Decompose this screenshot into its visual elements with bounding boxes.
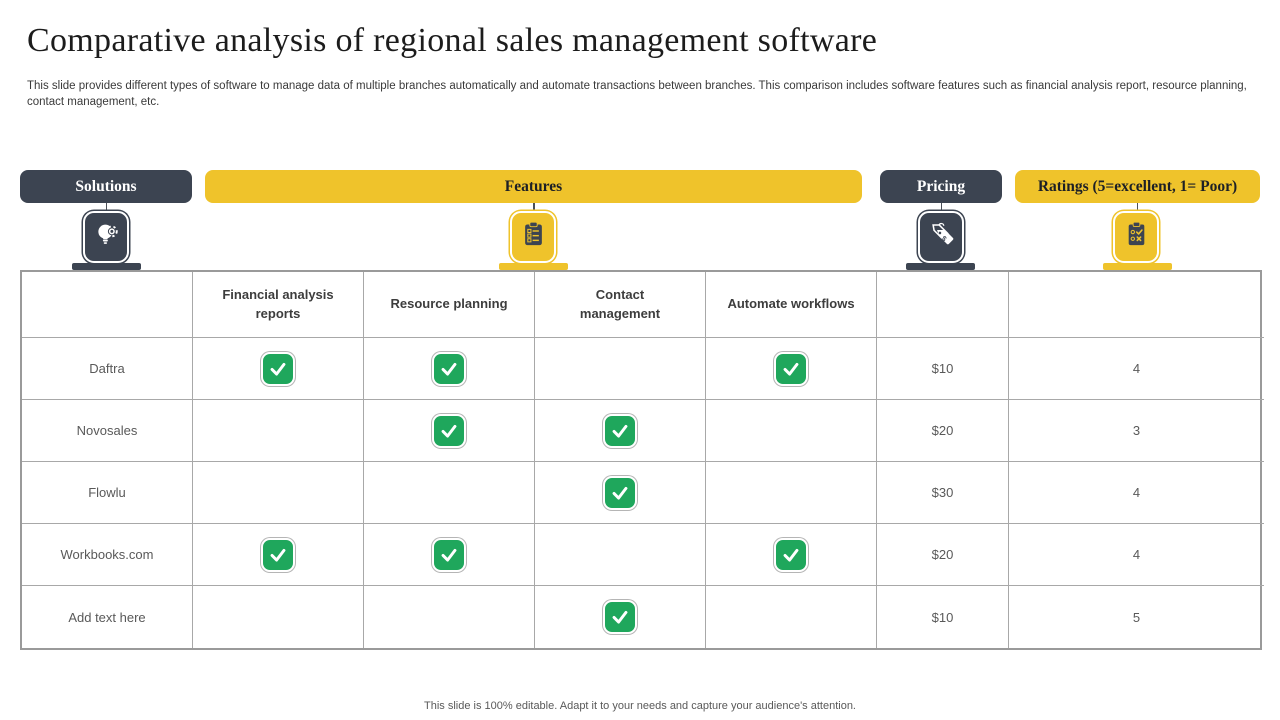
pricing-cell: $10 bbox=[877, 586, 1009, 648]
rating-cell: 4 bbox=[1009, 524, 1264, 586]
feature-cell bbox=[706, 338, 877, 400]
slide-footnote: This slide is 100% editable. Adapt it to… bbox=[424, 700, 856, 712]
checkmark-icon bbox=[261, 351, 295, 386]
features-tab-mark bbox=[499, 263, 568, 270]
pricing-cell: $30 bbox=[877, 462, 1009, 524]
pricing-header-cell bbox=[877, 272, 1009, 338]
feature-cell bbox=[535, 400, 706, 462]
solutions-header-pill: Solutions bbox=[20, 170, 192, 203]
feature-column-header: Resource planning bbox=[364, 272, 535, 338]
rating-cell: 4 bbox=[1009, 338, 1264, 400]
checkmark-icon bbox=[432, 351, 466, 386]
lightbulb-gear-icon bbox=[93, 220, 120, 254]
solution-name-cell: Novosales bbox=[22, 400, 193, 462]
checkmark-icon bbox=[603, 413, 637, 448]
feature-cell bbox=[193, 462, 364, 524]
solution-name-cell: Add text here bbox=[22, 586, 193, 648]
feature-column-header: Contact management bbox=[535, 272, 706, 338]
feature-cell bbox=[706, 524, 877, 586]
feature-cell bbox=[193, 338, 364, 400]
feature-cell bbox=[364, 400, 535, 462]
slide-description: This slide provides different types of s… bbox=[27, 80, 1247, 108]
pricing-cell: $20 bbox=[877, 524, 1009, 586]
checkmark-icon bbox=[432, 537, 466, 572]
price-tags-icon: $ bbox=[928, 220, 955, 254]
solutions-tab-mark bbox=[72, 263, 141, 270]
pricing-cell: $20 bbox=[877, 400, 1009, 462]
pricing-icon-badge: $ bbox=[918, 211, 964, 263]
ratings-tab-mark bbox=[1103, 263, 1172, 270]
features-label: Features bbox=[504, 177, 563, 195]
feature-column-header: Financial analysis reports bbox=[193, 272, 364, 338]
checkmark-icon bbox=[603, 475, 637, 510]
feature-cell bbox=[193, 524, 364, 586]
checkmark-icon bbox=[603, 600, 637, 634]
feature-cell bbox=[535, 462, 706, 524]
ratings-header-cell bbox=[1009, 272, 1264, 338]
pricing-header-pill: Pricing bbox=[880, 170, 1002, 203]
rating-cell: 5 bbox=[1132, 609, 1141, 625]
feature-cell bbox=[535, 338, 706, 400]
rating-clipboard-icon bbox=[1123, 220, 1150, 254]
pricing-tab-mark bbox=[906, 263, 975, 270]
solution-name-cell: Workbooks.com bbox=[22, 524, 193, 586]
feature-cell bbox=[535, 524, 706, 586]
feature-cell bbox=[706, 462, 877, 524]
solutions-icon-badge bbox=[83, 211, 129, 263]
features-icon-badge bbox=[510, 211, 556, 263]
ratings-label: Ratings (5=excellent, 1= Poor) bbox=[1037, 177, 1238, 195]
feature-cell bbox=[706, 400, 877, 462]
checkmark-icon bbox=[261, 537, 295, 572]
features-header-pill: Features bbox=[205, 170, 862, 203]
checkmark-icon bbox=[432, 413, 466, 448]
rating-cell: 3 bbox=[1009, 400, 1264, 462]
page-title: Comparative analysis of regional sales m… bbox=[27, 22, 878, 59]
rating-cell: 4 bbox=[1009, 462, 1264, 524]
feature-cell bbox=[535, 586, 706, 648]
corner-cell bbox=[22, 272, 193, 338]
ratings-header-pill: Ratings (5=excellent, 1= Poor) bbox=[1015, 170, 1260, 203]
feature-column-header: Automate workflows bbox=[706, 272, 877, 338]
comparison-table: Financial analysis reports Resource plan… bbox=[20, 270, 1264, 650]
feature-cell bbox=[193, 586, 364, 648]
solution-name-cell: Daftra bbox=[22, 338, 193, 400]
solution-name-cell: Flowlu bbox=[22, 462, 193, 524]
feature-cell bbox=[706, 586, 877, 648]
solutions-label: Solutions bbox=[75, 177, 137, 195]
pricing-cell: $10 bbox=[877, 338, 1009, 400]
checklist-clipboard-icon bbox=[520, 220, 547, 254]
checkmark-icon bbox=[774, 351, 808, 386]
ratings-icon-badge bbox=[1113, 211, 1159, 263]
feature-cell bbox=[364, 462, 535, 524]
feature-cell bbox=[364, 338, 535, 400]
feature-cell bbox=[364, 586, 535, 648]
checkmark-icon bbox=[774, 537, 808, 572]
feature-cell bbox=[193, 400, 364, 462]
pricing-label: Pricing bbox=[916, 177, 966, 195]
feature-cell bbox=[364, 524, 535, 586]
